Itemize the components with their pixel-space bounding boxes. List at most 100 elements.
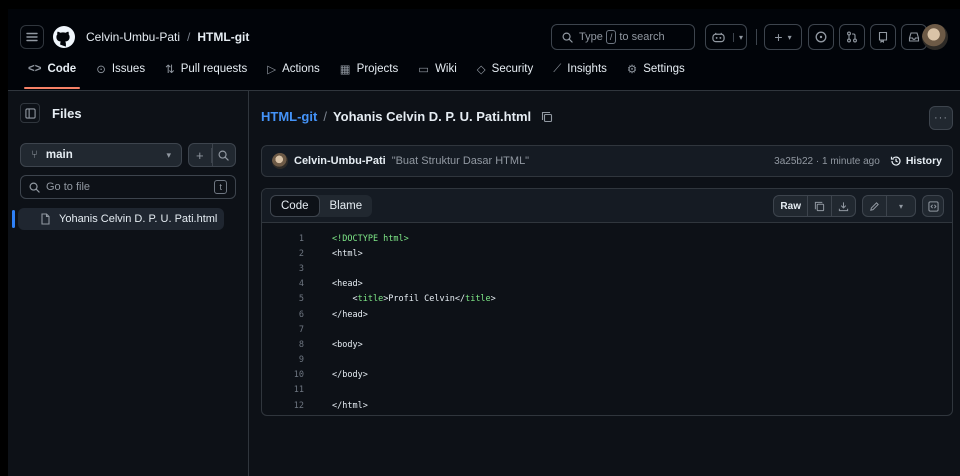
commit-message[interactable]: "Buat Struktur Dasar HTML" [392, 155, 529, 167]
search-icon [562, 32, 573, 43]
tab-wiki[interactable]: ▭ Wiki [410, 59, 465, 79]
raw-button[interactable]: Raw [774, 196, 808, 216]
search-files-button[interactable] [213, 144, 236, 166]
issue-icon: ⊙ [96, 64, 106, 76]
add-file-button[interactable]: + [189, 144, 213, 166]
plus-icon: + [189, 147, 212, 163]
download-button[interactable] [832, 196, 855, 216]
shield-icon: ◇ [476, 64, 486, 76]
history-icon [890, 156, 901, 166]
path-separator: / [323, 109, 327, 124]
edit-button[interactable] [863, 196, 887, 216]
commit-author[interactable]: Celvin-Umbu-Pati [294, 155, 386, 167]
projects-icon: ▦ [339, 64, 351, 76]
toolbar-divider [756, 29, 757, 45]
tab-label: Pull requests [180, 63, 248, 75]
repo-header: Celvin-Umbu-Pati / HTML-git Type / to se… [8, 9, 960, 91]
wiki-icon: ▭ [418, 64, 430, 76]
line-number[interactable]: 8 [262, 340, 304, 350]
menu-button[interactable] [20, 25, 44, 49]
file-path-breadcrumb: HTML-git / Yohanis Celvin D. P. U. Pati.… [261, 109, 553, 124]
github-logo-icon[interactable] [52, 25, 76, 49]
commit-author-avatar[interactable] [272, 153, 288, 169]
collapse-sidebar-button[interactable] [20, 103, 40, 123]
actions-icon: ▷ [267, 64, 277, 76]
line-number[interactable]: 4 [262, 279, 304, 289]
repo-root-link[interactable]: HTML-git [261, 109, 317, 124]
app-window: Celvin-Umbu-Pati / HTML-git Type / to se… [8, 9, 960, 476]
tab-label: Security [491, 63, 534, 75]
tab-security[interactable]: ◇ Security [469, 59, 541, 79]
line-number[interactable]: 3 [262, 264, 304, 274]
edit-options-button[interactable]: ▾ [887, 196, 915, 216]
symbols-button[interactable] [922, 195, 944, 217]
pull-request-icon: ⇅ [165, 64, 175, 76]
code-line: 10 </body> [262, 368, 952, 383]
tab-label: Actions [282, 63, 320, 75]
line-number[interactable]: 1 [262, 234, 304, 244]
copilot-button[interactable]: ▾ [705, 24, 747, 50]
create-new-button[interactable]: + ▾ [764, 24, 802, 50]
go-to-file-input[interactable]: Go to file t [20, 175, 236, 199]
breadcrumb-separator: / [187, 30, 191, 44]
history-label: History [905, 155, 942, 167]
tab-insights[interactable]: ⟋ Insights [545, 59, 615, 79]
repo-icon [878, 31, 888, 43]
code-viewer: Code Blame Raw ▾ 1 <!DOCTYPE html> 2 <ht… [261, 188, 953, 416]
owner-link[interactable]: Celvin-Umbu-Pati [86, 30, 180, 44]
copy-raw-button[interactable] [808, 196, 832, 216]
line-number[interactable]: 9 [262, 355, 304, 365]
tab-code[interactable]: <> Code [20, 59, 84, 89]
line-number[interactable]: 7 [262, 325, 304, 335]
code-line: 11 [262, 383, 952, 398]
tab-pull-requests[interactable]: ⇅ Pull requests [157, 59, 255, 79]
code-line: 7 [262, 322, 952, 337]
file-tree-item[interactable]: Yohanis Celvin D. P. U. Pati.html [12, 208, 224, 230]
hamburger-icon [26, 32, 38, 42]
pull-requests-button[interactable] [839, 24, 865, 50]
branch-icon: ⑂ [31, 149, 38, 161]
code-lines: 1 <!DOCTYPE html> 2 <html> 3 4 <head> 5 <ti… [262, 223, 952, 413]
line-number[interactable]: 5 [262, 294, 304, 304]
search-icon [29, 182, 40, 193]
code-line: 5 <title>Profil Celvin</title> [262, 292, 952, 307]
line-number[interactable]: 10 [262, 370, 304, 380]
code-toolbar: Code Blame Raw ▾ [262, 189, 952, 223]
tab-label: Settings [643, 63, 685, 75]
tab-blame-view[interactable]: Blame [320, 195, 373, 217]
tab-settings[interactable]: ⚙ Settings [619, 59, 693, 79]
search-input[interactable]: Type / to search [551, 24, 695, 50]
tab-code-view[interactable]: Code [270, 195, 320, 217]
gear-icon: ⚙ [626, 64, 638, 76]
code-line: 9 [262, 353, 952, 368]
sidebar-collapse-icon [24, 107, 36, 119]
pencil-icon [870, 201, 879, 211]
more-options-button[interactable]: ··· [929, 106, 953, 130]
tab-projects[interactable]: ▦ Projects [332, 59, 406, 79]
tab-actions[interactable]: ▷ Actions [259, 59, 328, 79]
tab-label: Insights [567, 63, 607, 75]
repo-link[interactable]: HTML-git [197, 30, 249, 44]
tab-issues[interactable]: ⊙ Issues [88, 59, 153, 79]
user-avatar[interactable] [922, 24, 948, 50]
create-caret-icon: ▾ [787, 32, 792, 42]
breadcrumb: Celvin-Umbu-Pati / HTML-git [86, 30, 249, 44]
issues-button[interactable] [808, 24, 834, 50]
line-number[interactable]: 12 [262, 401, 304, 411]
history-button[interactable]: History [890, 155, 942, 167]
plus-icon: + [774, 29, 783, 45]
line-number[interactable]: 11 [262, 385, 304, 395]
branch-selector[interactable]: ⑂ main ▾ [20, 143, 182, 167]
line-number[interactable]: 2 [262, 249, 304, 259]
file-icon [41, 213, 50, 225]
repositories-button[interactable] [870, 24, 896, 50]
file-tree-item-label: Yohanis Celvin D. P. U. Pati.html [59, 213, 218, 225]
commit-meta[interactable]: 3a25b22 · 1 minute ago [774, 156, 880, 167]
line-number[interactable]: 6 [262, 310, 304, 320]
go-to-file-placeholder: Go to file [46, 181, 91, 193]
repo-nav: <> Code ⊙ Issues ⇅ Pull requests ▷ Actio… [8, 59, 697, 91]
copy-path-icon[interactable] [541, 111, 553, 123]
code-line: 8 <body> [262, 337, 952, 352]
tab-label: Code [47, 63, 77, 75]
code-icon: <> [28, 63, 42, 75]
